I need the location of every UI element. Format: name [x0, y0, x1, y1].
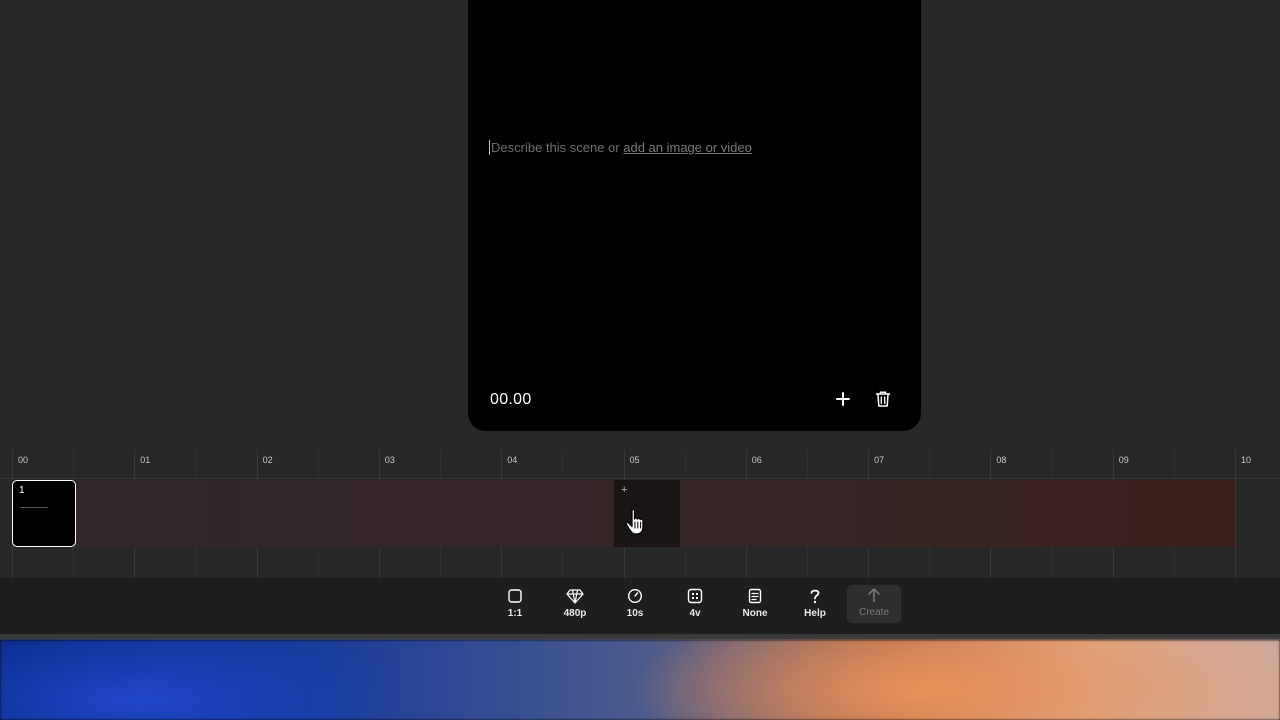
create-button[interactable]: Create: [847, 585, 901, 623]
arrow-up-icon: [867, 585, 881, 605]
timeline-ruler[interactable]: 00 01 02 03 04 05 06 07 08 09 10: [0, 450, 1280, 479]
square-icon: [507, 586, 523, 606]
help-label: Help: [804, 608, 826, 619]
ruler-tick-label: 10: [1241, 455, 1252, 465]
ruler-tick-label: 05: [629, 455, 640, 465]
resolution-label: 480p: [563, 608, 587, 619]
delete-scene-button[interactable]: [872, 388, 894, 410]
ruler-tick-label: 07: [874, 455, 885, 465]
text-caret: [489, 140, 490, 155]
insert-plus-icon: +: [621, 484, 628, 496]
timeline-gridline: [1235, 450, 1236, 578]
preset-label: None: [742, 608, 768, 619]
preset-button[interactable]: None: [727, 586, 783, 626]
plus-icon: [836, 392, 850, 406]
aspect-ratio-button[interactable]: 1:1: [487, 586, 543, 626]
scene-timecode: 00.00: [490, 391, 532, 408]
variations-label: 4v: [689, 608, 701, 619]
clip-placeholder-line: [20, 507, 48, 508]
ruler-tick-label: 08: [996, 455, 1007, 465]
trash-icon: [875, 391, 891, 407]
hand-pointer-icon: [624, 508, 648, 541]
bottom-toolbar: 1:1 480p 10s 4v None Help Create: [0, 578, 1280, 634]
aspect-ratio-label: 1:1: [507, 608, 523, 619]
ruler-tick-label: 00: [18, 455, 29, 465]
app-window: Describe this scene or add an image or v…: [0, 0, 1280, 640]
create-label: Create: [858, 607, 889, 618]
help-button[interactable]: Help: [787, 586, 843, 626]
variations-button[interactable]: 4v: [667, 586, 723, 626]
ruler-tick-label: 06: [751, 455, 762, 465]
duration-button[interactable]: 10s: [607, 586, 663, 626]
scene-preview-card: Describe this scene or add an image or v…: [468, 0, 921, 431]
ruler-tick-label: 09: [1118, 455, 1129, 465]
timer-icon: [627, 586, 643, 606]
add-media-link[interactable]: add an image or video: [623, 140, 752, 155]
ruler-tick-label: 04: [507, 455, 518, 465]
question-icon: [808, 586, 822, 606]
scene-prompt-input[interactable]: Describe this scene or add an image or v…: [489, 140, 752, 155]
scene-clip[interactable]: 1: [12, 480, 76, 547]
prompt-placeholder: Describe this scene or: [491, 140, 624, 155]
duration-label: 10s: [626, 608, 644, 619]
add-scene-button[interactable]: [832, 388, 854, 410]
document-icon: [747, 586, 763, 606]
ruler-tick-label: 02: [262, 455, 273, 465]
clip-number: 1: [19, 485, 25, 496]
ruler-tick-label: 01: [140, 455, 151, 465]
desktop-wallpaper: [0, 640, 1280, 720]
resolution-button[interactable]: 480p: [547, 586, 603, 626]
diamond-icon: [566, 586, 584, 606]
grid-icon: [687, 586, 703, 606]
ruler-tick-label: 03: [384, 455, 395, 465]
